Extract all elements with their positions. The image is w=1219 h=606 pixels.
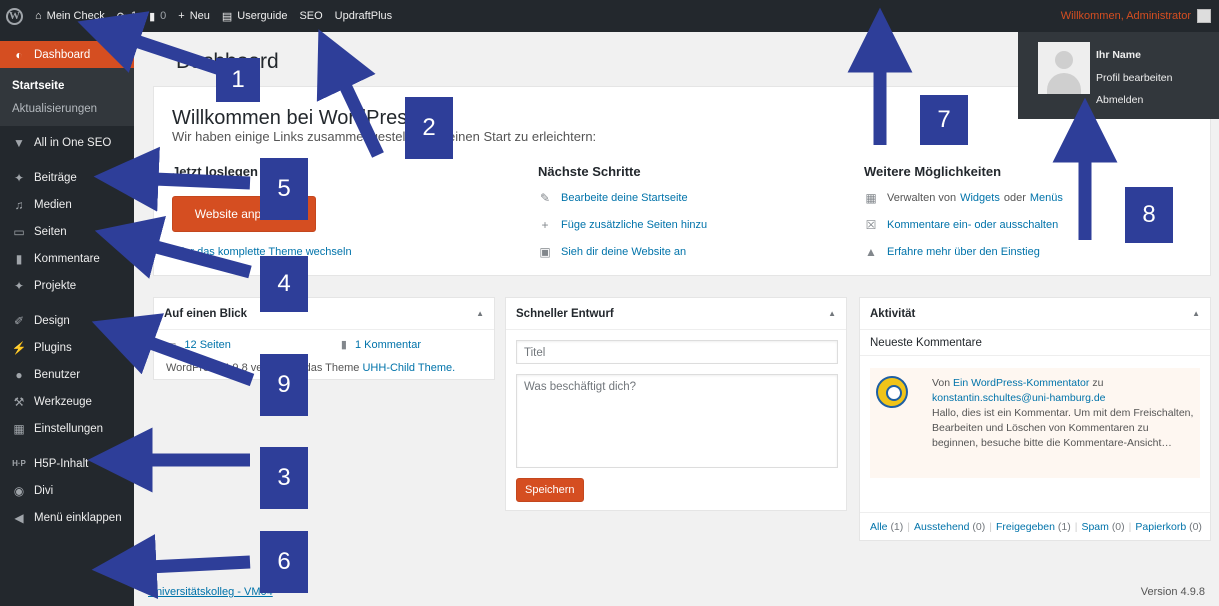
- annotation-label-2: 2: [405, 97, 453, 159]
- annotation-label-4: 4: [260, 256, 308, 312]
- arrow-4: [94, 215, 252, 279]
- annotation-arrows: [77, 7, 1118, 600]
- annotation-label-3: 3: [260, 447, 308, 509]
- arrow-9: [91, 313, 255, 387]
- annotation-label-7: 7: [920, 95, 968, 145]
- annotation-label-9: 9: [260, 354, 308, 416]
- arrow-6: [91, 534, 251, 600]
- annotation-label-8: 8: [1125, 187, 1173, 243]
- arrow-5: [93, 146, 251, 212]
- annotation-label-6: 6: [260, 531, 308, 593]
- annotation-label-1: 1: [216, 58, 260, 102]
- annotation-label-5: 5: [260, 158, 308, 220]
- arrow-2: [316, 29, 384, 158]
